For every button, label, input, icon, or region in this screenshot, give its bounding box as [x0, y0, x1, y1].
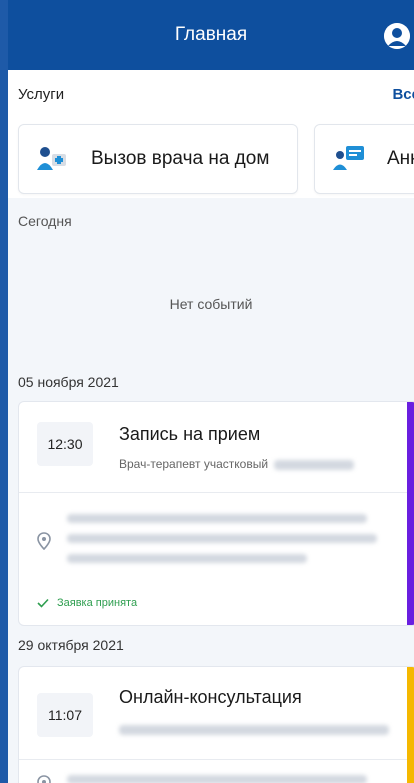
services-title: Услуги	[18, 85, 65, 103]
page-title: Главная	[174, 24, 248, 45]
event-status-text: Заявка принята	[57, 597, 138, 609]
blurred-address	[67, 775, 387, 783]
services-header: Услуги Все	[8, 70, 414, 118]
card-divider	[19, 492, 407, 493]
event-subtitle: Врач-терапевт участковый	[119, 457, 355, 471]
card-divider	[19, 759, 407, 760]
event-date-heading: 05 ноября 2021	[18, 374, 119, 390]
blurred-line	[67, 775, 367, 783]
services-carousel[interactable]: Вызов врача на дом Анк	[8, 118, 414, 198]
event-time: 12:30	[37, 422, 93, 466]
doctor-specialty: Врач-терапевт участковый	[119, 457, 269, 471]
blurred-line	[67, 554, 307, 563]
today-heading: Сегодня	[18, 213, 72, 229]
blurred-line	[67, 534, 377, 543]
check-icon	[37, 598, 49, 608]
app-screen: Главная Услуги Все Вызов врача на дом	[8, 0, 414, 783]
no-events-text: Нет событий	[169, 296, 253, 312]
event-card-online-consultation[interactable]: 11:07 Онлайн-консультация	[18, 666, 414, 783]
event-status: Заявка принята	[37, 597, 137, 609]
location-pin-icon	[37, 532, 51, 550]
service-card-label: Вызов врача на дом	[91, 148, 270, 169]
event-time: 11:07	[37, 693, 93, 737]
doctor-visit-icon	[37, 147, 66, 170]
service-card-doctor-visit[interactable]: Вызов врача на дом	[18, 124, 298, 194]
event-date-heading: 29 октября 2021	[18, 637, 124, 653]
blurred-doctor-name	[119, 725, 389, 735]
event-card-appointment[interactable]: 12:30 Запись на прием Врач-терапевт учас…	[18, 401, 414, 626]
blurred-line	[67, 514, 367, 523]
profile-avatar-icon[interactable]	[384, 23, 410, 49]
event-accent-stripe	[407, 667, 414, 783]
event-title: Онлайн-консультация	[119, 687, 302, 707]
service-card-label: Анк	[387, 148, 414, 169]
top-bar: Главная	[8, 0, 414, 70]
blurred-address	[67, 514, 387, 574]
event-accent-stripe	[407, 402, 414, 625]
service-card-questionnaire[interactable]: Анк	[314, 124, 414, 194]
location-pin-icon	[37, 775, 51, 783]
blurred-doctor-name	[274, 459, 355, 470]
event-title: Запись на прием	[119, 424, 261, 444]
services-all-link[interactable]: Все	[392, 86, 414, 103]
questionnaire-icon	[333, 146, 364, 170]
